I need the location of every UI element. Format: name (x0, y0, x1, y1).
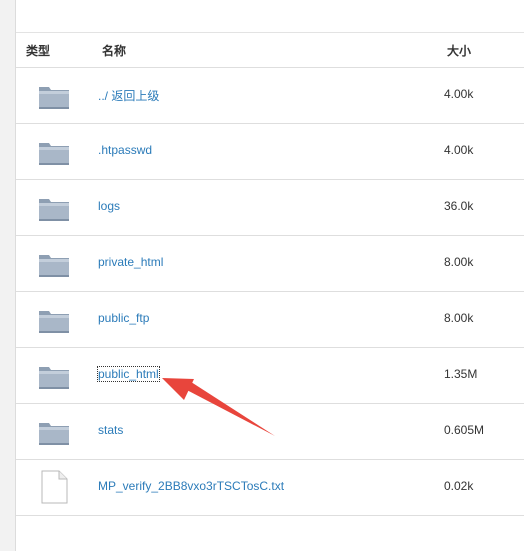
folder-icon[interactable] (38, 81, 70, 111)
column-header-type[interactable]: 类型 (26, 42, 50, 59)
file-name-link[interactable]: logs (98, 199, 120, 213)
file-size: 8.00k (444, 255, 474, 269)
folder-icon[interactable] (38, 361, 70, 391)
table-row[interactable]: ../ 返回上级 4.00k (16, 68, 524, 124)
file-size: 4.00k (444, 143, 474, 157)
column-header-name[interactable]: 名称 (102, 42, 126, 59)
file-name-link[interactable]: ../ 返回上级 (98, 87, 159, 104)
table-row[interactable]: public_html 1.35M (16, 348, 524, 404)
toolbar-area (16, 0, 524, 33)
file-size: 1.35M (444, 367, 478, 381)
table-row[interactable]: public_ftp 8.00k (16, 292, 524, 348)
folder-icon[interactable] (38, 137, 70, 167)
file-icon[interactable] (38, 470, 70, 504)
folder-icon[interactable] (38, 193, 70, 223)
folder-icon[interactable] (38, 305, 70, 335)
file-name-link[interactable]: private_html (98, 255, 163, 269)
file-size: 0.02k (444, 479, 474, 493)
table-row[interactable]: stats 0.605M (16, 404, 524, 460)
file-name-link[interactable]: MP_verify_2BB8vxo3rTSCTosC.txt (98, 479, 284, 493)
file-name-link[interactable]: .htpasswd (98, 143, 152, 157)
file-name-link[interactable]: public_html (97, 366, 160, 382)
table-row[interactable]: private_html 8.00k (16, 236, 524, 292)
file-size: 36.0k (444, 199, 474, 213)
file-size: 0.605M (444, 423, 485, 437)
file-size: 4.00k (444, 87, 474, 101)
file-name-link[interactable]: stats (98, 423, 123, 437)
table-row[interactable]: MP_verify_2BB8vxo3rTSCTosC.txt 0.02k (16, 460, 524, 516)
column-header-size[interactable]: 大小 (447, 42, 471, 59)
folder-icon[interactable] (38, 249, 70, 279)
file-name-link[interactable]: public_ftp (98, 311, 149, 325)
table-header: 类型 名称 大小 (16, 33, 524, 68)
file-size: 8.00k (444, 311, 474, 325)
folder-icon[interactable] (38, 417, 70, 447)
file-list: ../ 返回上级 4.00k .htpasswd 4.00k logs 36.0k p… (16, 68, 524, 516)
table-row[interactable]: logs 36.0k (16, 180, 524, 236)
table-row[interactable]: .htpasswd 4.00k (16, 124, 524, 180)
file-manager-panel: 类型 名称 大小 ../ 返回上级 4.00k .htpasswd 4.00k lo… (15, 0, 524, 551)
